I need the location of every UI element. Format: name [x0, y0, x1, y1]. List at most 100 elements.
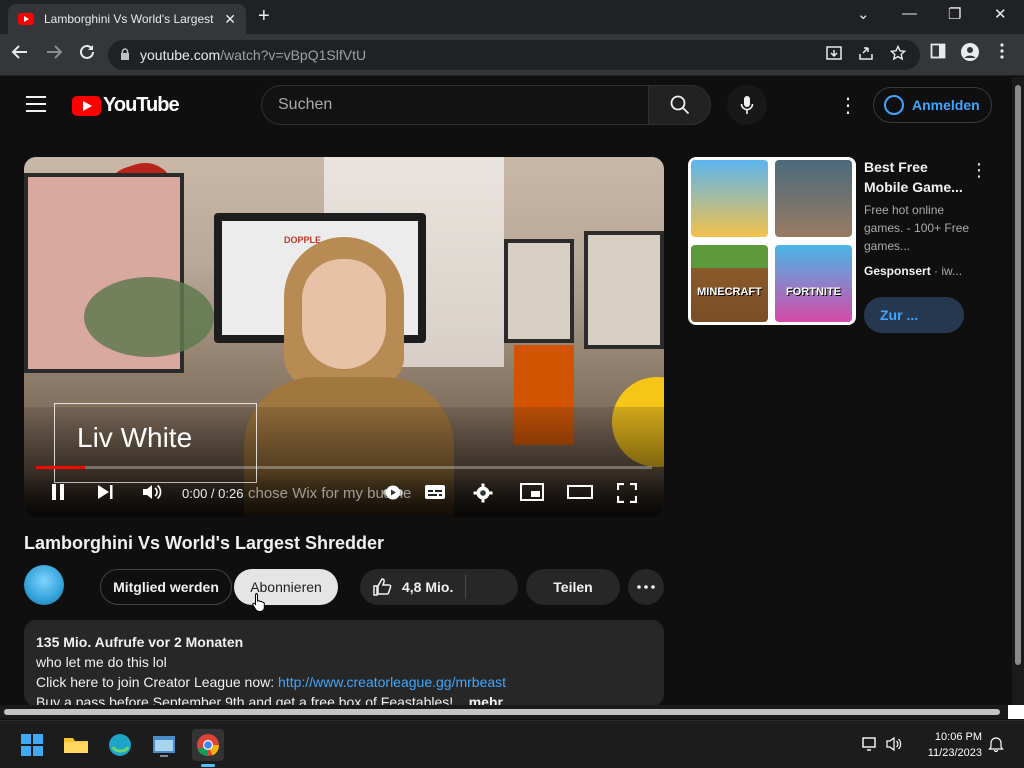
lock-icon[interactable]: [120, 47, 130, 63]
speaker-icon[interactable]: [886, 736, 902, 755]
address-bar[interactable]: youtube.com/watch?v=vBpQ1SlfVtU: [108, 40, 920, 70]
subscribe-button[interactable]: Abonnieren: [234, 569, 338, 605]
sign-in-label: Anmelden: [912, 97, 980, 113]
video-description[interactable]: 135 Mio. Aufrufe vor 2 Monaten who let m…: [24, 620, 664, 706]
ad-subtitle: Free hot online games. - 100+ Free games…: [864, 203, 970, 253]
microphone-icon: [740, 96, 754, 114]
creator-league-link[interactable]: http://www.creatorleague.gg/mrbeast: [278, 674, 506, 690]
browser-toolbar: youtube.com/watch?v=vBpQ1SlfVtU: [0, 34, 1024, 76]
volume-icon[interactable]: [142, 483, 162, 506]
search-icon: [670, 95, 689, 115]
install-app-icon[interactable]: [826, 45, 842, 65]
share-icon[interactable]: [858, 45, 874, 65]
video-scene-plant: [84, 277, 214, 357]
sign-in-button[interactable]: Anmelden: [873, 87, 992, 123]
voice-search-button[interactable]: [727, 85, 767, 125]
video-progress-bar[interactable]: [36, 466, 652, 469]
thumbs-up-icon: [373, 578, 392, 596]
subtitles-icon[interactable]: [424, 483, 446, 506]
ad-cta-button[interactable]: Zur ...: [864, 297, 964, 333]
share-button[interactable]: Teilen: [526, 569, 620, 605]
autoplay-toggle-icon[interactable]: [382, 483, 404, 506]
profile-icon[interactable]: [958, 43, 982, 66]
windows-start-icon[interactable]: [16, 729, 48, 761]
youtube-play-icon: [72, 95, 101, 116]
notification-bell-icon[interactable]: [988, 736, 1004, 755]
url-path: /watch?v=vBpQ1SlfVtU: [220, 47, 367, 63]
ad-tile-motocross: [691, 160, 768, 237]
settings-gear-icon[interactable]: [473, 483, 493, 508]
chrome-menu-icon[interactable]: [990, 43, 1014, 64]
lower-third-box: Liv White: [54, 403, 257, 483]
time-display: 0:00 / 0:26: [182, 486, 244, 501]
miniplayer-icon[interactable]: [520, 483, 544, 506]
new-tab-button[interactable]: +: [258, 5, 270, 28]
pause-icon[interactable]: [50, 483, 66, 506]
youtube-wordmark: YouTube: [103, 94, 180, 116]
clock-date: 11/23/2023: [927, 747, 982, 759]
edge-browser-icon[interactable]: [104, 729, 136, 761]
horizontal-scrollbar[interactable]: [0, 705, 1008, 719]
search-input[interactable]: [278, 96, 648, 114]
fullscreen-icon[interactable]: [616, 482, 638, 508]
ad-options-kebab-icon[interactable]: ⋮: [970, 160, 988, 181]
theater-mode-icon[interactable]: [567, 483, 593, 506]
reload-icon[interactable]: [75, 43, 99, 66]
description-line-truncated: Buy a pass before September 9th and get …: [36, 692, 652, 706]
video-scene-poster-right: [584, 231, 664, 349]
like-count: 4,8 Mio.: [402, 579, 454, 595]
ad-title[interactable]: Best Free Mobile Game...: [864, 157, 974, 197]
search-box: [261, 85, 649, 125]
lower-third-name: Liv White: [77, 422, 193, 453]
ad-tile-car: [775, 160, 852, 237]
vertical-scrollbar-thumb[interactable]: [1015, 85, 1021, 665]
sponsored-label: Gesponsert: [864, 264, 931, 278]
view-count-and-date: 135 Mio. Aufrufe vor 2 Monaten: [36, 634, 244, 650]
video-player[interactable]: DOPPLE Liv White 0:00 / 0:26 chose Wix f…: [24, 157, 664, 517]
browser-tab-strip: Lamborghini Vs World's Largest Shredder …: [0, 0, 1024, 34]
restore-button[interactable]: ❐: [948, 5, 961, 23]
side-panel-icon[interactable]: [926, 43, 950, 64]
next-video-icon[interactable]: [96, 483, 114, 506]
file-explorer-icon[interactable]: [60, 729, 92, 761]
tab-title: Lamborghini Vs World's Largest Shredder: [44, 12, 214, 26]
tab-close-button[interactable]: ✕: [224, 11, 236, 28]
player-controls: 0:00 / 0:26 chose Wix for my busine: [24, 473, 664, 517]
youtube-logo[interactable]: YouTube: [72, 94, 180, 117]
url-host: youtube.com: [140, 47, 221, 63]
bookmark-star-icon[interactable]: [889, 44, 907, 65]
search-button[interactable]: [648, 85, 711, 125]
sponsor-domain: iw...: [941, 264, 963, 278]
like-button[interactable]: 4,8 Mio.: [360, 569, 518, 605]
clock-time: 10:06 PM: [934, 731, 982, 743]
ad-thumbnail[interactable]: MINECRAFT FORTNITE: [688, 157, 856, 325]
horizontal-scrollbar-thumb[interactable]: [4, 709, 1000, 715]
channel-avatar[interactable]: [24, 565, 64, 605]
more-actions-button[interactable]: [628, 569, 664, 605]
scrollbar-corner: [1008, 705, 1024, 719]
active-app-indicator: [201, 764, 215, 767]
back-arrow-icon[interactable]: [8, 43, 32, 66]
tab-search-button[interactable]: ⌄: [857, 5, 870, 23]
forward-arrow-icon[interactable]: [42, 43, 66, 66]
youtube-header: YouTube ⋮ Anmelden: [0, 77, 1012, 133]
chrome-browser-icon[interactable]: [192, 729, 224, 767]
video-title: Lamborghini Vs World's Largest Shredder: [24, 533, 385, 553]
menu-icon[interactable]: [26, 96, 46, 112]
video-scene-poster-mid: [504, 239, 574, 343]
ad-tile-minecraft: MINECRAFT: [691, 245, 768, 322]
ad-tile-fortnite: FORTNITE: [775, 245, 852, 322]
like-dislike-divider: [465, 575, 466, 599]
taskbar-clock[interactable]: 10:06 PM 11/23/2023: [912, 729, 982, 761]
ad-sponsored-line: Gesponsert · iw...: [864, 264, 963, 278]
window-close-button[interactable]: ✕: [994, 5, 1007, 23]
settings-kebab-icon[interactable]: ⋮: [838, 93, 858, 118]
minimize-button[interactable]: —: [902, 5, 917, 22]
terminal-app-icon[interactable]: [148, 729, 180, 761]
network-monitor-icon[interactable]: [862, 736, 878, 755]
browser-tab[interactable]: Lamborghini Vs World's Largest Shredder …: [8, 4, 246, 34]
vertical-scrollbar[interactable]: [1012, 77, 1024, 705]
description-line: who let me do this lol: [36, 654, 167, 670]
youtube-favicon-icon: [18, 13, 34, 25]
join-membership-button[interactable]: Mitglied werden: [100, 569, 232, 605]
